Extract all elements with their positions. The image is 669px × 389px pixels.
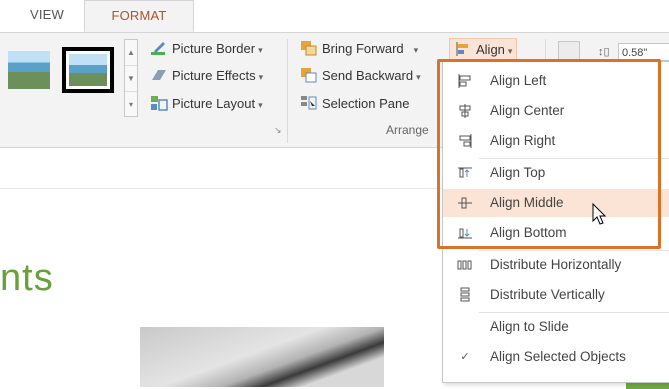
send-backward-button[interactable]: Send Backward ▾ bbox=[300, 65, 421, 87]
align-dropdown-menu: Align Left Align Center Align Right Alig… bbox=[442, 61, 669, 383]
dialog-launcher-icon[interactable]: ↘ bbox=[274, 125, 282, 136]
menu-item-align-middle[interactable]: Align Middle bbox=[443, 189, 669, 217]
menu-item-align-right[interactable]: Align Right bbox=[443, 127, 669, 155]
bring-forward-icon bbox=[300, 40, 318, 56]
shape-height-input[interactable]: 0.58" bbox=[618, 43, 669, 61]
tab-view[interactable]: VIEW bbox=[30, 7, 64, 22]
distribute-vertically-icon bbox=[457, 287, 473, 303]
menu-item-align-top[interactable]: Align Top bbox=[443, 159, 669, 187]
picture-layout-button[interactable]: Picture Layout ▾ bbox=[150, 93, 263, 115]
picture-layout-icon bbox=[150, 95, 168, 111]
menu-item-align-bottom[interactable]: Align Bottom bbox=[443, 219, 669, 247]
shape-height-icon: ↕▯ bbox=[598, 46, 610, 58]
tab-format[interactable]: FORMAT bbox=[84, 0, 194, 32]
picture-border-icon bbox=[150, 40, 168, 56]
selection-pane-icon bbox=[300, 95, 318, 111]
align-right-icon bbox=[457, 133, 473, 149]
picture-style-thumbnail[interactable] bbox=[8, 51, 50, 89]
menu-item-distribute-horizontally[interactable]: Distribute Horizontally bbox=[443, 251, 669, 279]
send-backward-icon bbox=[300, 67, 318, 83]
gallery-down-icon[interactable]: ▼ bbox=[125, 66, 137, 92]
arrange-group-label: Arrange bbox=[386, 123, 429, 137]
align-middle-icon bbox=[457, 195, 473, 211]
align-button[interactable]: Align ▾ bbox=[449, 38, 518, 60]
selection-pane-button[interactable]: Selection Pane bbox=[300, 93, 409, 115]
menu-item-distribute-vertically[interactable]: Distribute Vertically bbox=[443, 281, 669, 309]
align-icon bbox=[454, 41, 472, 57]
align-center-icon bbox=[457, 103, 473, 119]
gallery-up-icon[interactable]: ▲ bbox=[125, 40, 137, 66]
mouse-pointer-icon bbox=[592, 202, 608, 227]
slide-title-text[interactable]: nts bbox=[0, 257, 54, 300]
menu-item-align-selected-objects[interactable]: ✓ Align Selected Objects bbox=[443, 343, 669, 371]
gallery-scroll-buttons[interactable]: ▲ ▼ ▾ bbox=[124, 39, 138, 117]
menu-item-align-to-slide[interactable]: Align to Slide bbox=[443, 313, 669, 341]
picture-styles-gallery: ▲ ▼ ▾ bbox=[0, 39, 140, 119]
ribbon-tab-bar: VIEW FORMAT bbox=[0, 0, 669, 33]
align-top-icon bbox=[457, 165, 473, 181]
checkmark-icon: ✓ bbox=[460, 351, 470, 363]
picture-border-button[interactable]: Picture Border ▾ bbox=[150, 38, 263, 60]
bring-forward-button[interactable]: Bring Forward ▾ bbox=[300, 38, 418, 60]
picture-effects-button[interactable]: Picture Effects ▾ bbox=[150, 65, 263, 87]
gallery-more-icon[interactable]: ▾ bbox=[125, 92, 137, 117]
distribute-horizontally-icon bbox=[457, 257, 473, 273]
menu-item-align-left[interactable]: Align Left bbox=[443, 67, 669, 95]
menu-item-align-center[interactable]: Align Center bbox=[443, 97, 669, 125]
picture-style-thumbnail-selected[interactable] bbox=[62, 47, 114, 93]
align-bottom-icon bbox=[457, 225, 473, 241]
align-left-icon bbox=[457, 73, 473, 89]
picture-effects-icon bbox=[150, 67, 168, 83]
slide-photo[interactable] bbox=[140, 327, 384, 387]
